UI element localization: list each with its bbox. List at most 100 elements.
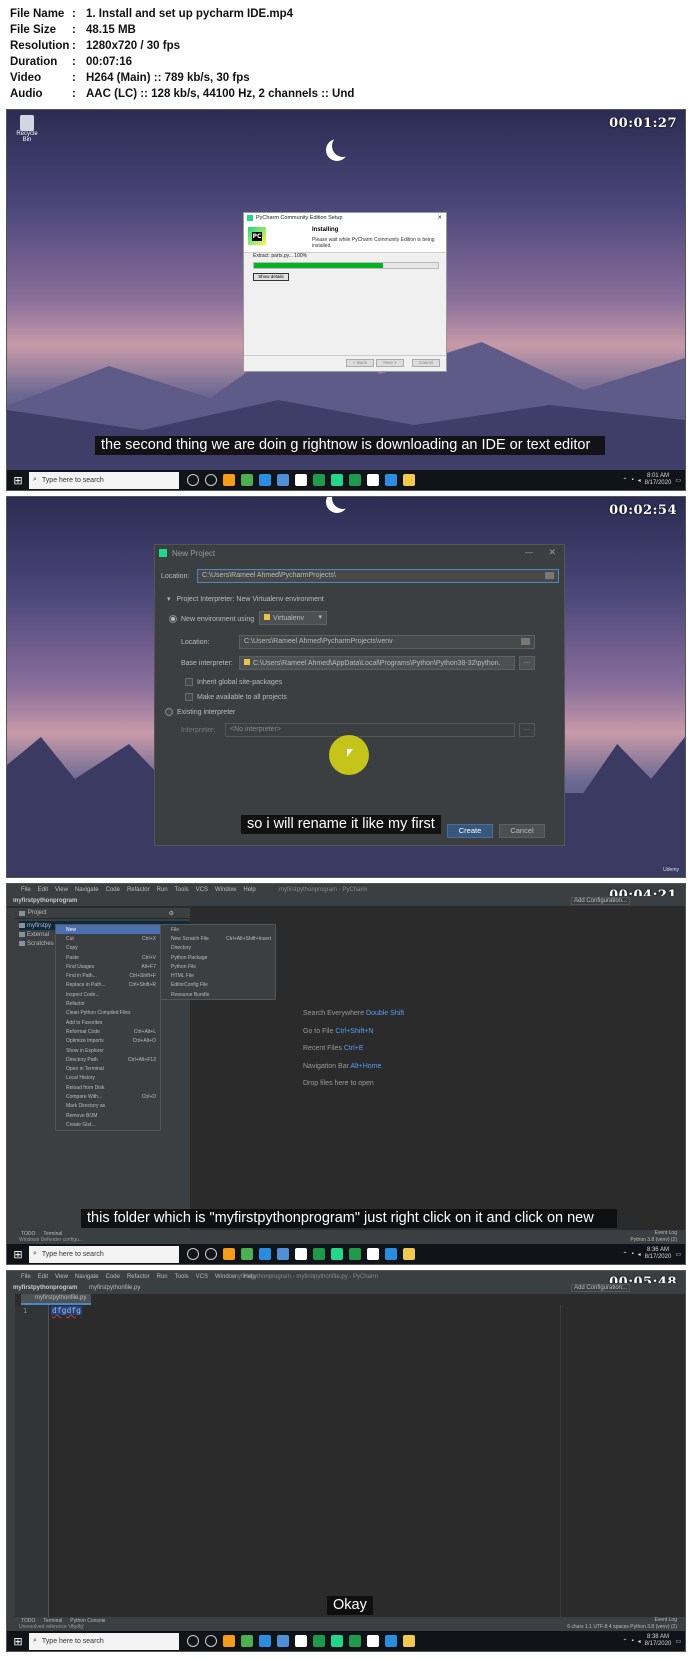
network-icon[interactable]: ▪: [631, 1638, 633, 1644]
menu-view[interactable]: View: [55, 887, 68, 893]
interpreter-section-toggle[interactable]: ▾ Project Interpreter: New Virtualenv en…: [167, 595, 324, 603]
mail-icon[interactable]: [313, 1248, 325, 1260]
app-icon[interactable]: [349, 474, 361, 486]
base-interpreter-select[interactable]: C:\Users\Rameel Ahmed\AppData\Local\Prog…: [239, 656, 515, 670]
notification-icon[interactable]: ▭: [675, 1251, 681, 1258]
cancel-button[interactable]: Cancel: [412, 359, 440, 367]
file-explorer-icon[interactable]: [241, 474, 253, 486]
menu-tools[interactable]: Tools: [175, 1274, 189, 1280]
venv-location-input[interactable]: C:\Users\Rameel Ahmed\PycharmProjects\ve…: [239, 635, 535, 649]
menu-item[interactable]: Open in Terminal: [56, 1064, 160, 1073]
project-panel-title[interactable]: Project: [28, 910, 47, 916]
existing-interpreter-radio[interactable]: [165, 708, 173, 716]
menu-item[interactable]: Find Usages Alt+F7: [56, 962, 160, 971]
menu-item[interactable]: EditorConfig File: [161, 981, 275, 990]
event-log-button[interactable]: Event Log: [654, 1230, 677, 1236]
menu-item[interactable]: Compare With... Ctrl+D: [56, 1092, 160, 1101]
network-icon[interactable]: ▪: [631, 1251, 633, 1257]
notepad-icon[interactable]: [331, 474, 343, 486]
menu-edit[interactable]: Edit: [38, 1274, 48, 1280]
recycle-bin-icon[interactable]: Recycle Bin: [13, 115, 41, 143]
taskbar-search[interactable]: ⌕ Type here to search: [29, 471, 179, 489]
close-icon[interactable]: ✕: [548, 548, 556, 558]
editor-tab[interactable]: myfirstpythonfile.py: [21, 1294, 91, 1305]
folder-icon[interactable]: [545, 572, 554, 579]
task-view-icon[interactable]: [205, 1248, 217, 1260]
task-view-icon[interactable]: [205, 474, 217, 486]
event-log-button[interactable]: Event Log: [654, 1617, 677, 1623]
browse-button[interactable]: ...: [519, 656, 535, 670]
python-interpreter-status[interactable]: Python 3.8 (venv) (2): [630, 1237, 677, 1243]
back-button[interactable]: < Back: [346, 359, 374, 367]
breadcrumb-project[interactable]: myfirstpythonprogram: [13, 1285, 77, 1291]
breadcrumb-file[interactable]: myfirstpythonfile.py: [89, 1285, 140, 1291]
new-environment-radio[interactable]: [169, 615, 177, 623]
pycharm-icon[interactable]: [367, 1248, 379, 1260]
mail-icon[interactable]: [313, 1635, 325, 1647]
add-configuration-button[interactable]: Add Configuration...: [571, 897, 631, 905]
menu-item[interactable]: Refactor: [56, 999, 160, 1008]
menu-refactor[interactable]: Refactor: [127, 887, 150, 893]
menu-item[interactable]: Python File: [161, 962, 275, 971]
volume-icon[interactable]: ◂: [638, 477, 641, 484]
network-icon[interactable]: ▪: [631, 477, 633, 483]
menu-run[interactable]: Run: [157, 1274, 168, 1280]
menu-run[interactable]: Run: [157, 887, 168, 893]
chevron-up-icon[interactable]: ⌃: [622, 1251, 627, 1258]
mail-icon[interactable]: [313, 474, 325, 486]
show-details-button[interactable]: Show details: [253, 273, 289, 281]
menu-item[interactable]: Directory: [161, 944, 275, 953]
close-icon[interactable]: ✕: [437, 215, 442, 221]
notepad-icon[interactable]: [331, 1248, 343, 1260]
breadcrumb-project[interactable]: myfirstpythonprogram: [13, 898, 77, 904]
task-view-icon[interactable]: [205, 1635, 217, 1647]
menu-help[interactable]: Help: [243, 887, 255, 893]
menu-navigate[interactable]: Navigate: [75, 887, 99, 893]
menu-navigate[interactable]: Navigate: [75, 1274, 99, 1280]
inherit-checkbox[interactable]: [185, 678, 193, 686]
edge-icon[interactable]: [223, 1635, 235, 1647]
menu-item[interactable]: Directory Path Ctrl+Alt+F12: [56, 1055, 160, 1064]
notepad-icon[interactable]: [331, 1635, 343, 1647]
add-configuration-button[interactable]: Add Configuration...: [571, 1284, 631, 1292]
cortana-icon[interactable]: [187, 1635, 199, 1647]
start-button[interactable]: ⊞: [7, 1244, 29, 1264]
menu-vcs[interactable]: VCS: [196, 887, 208, 893]
notification-icon[interactable]: ▭: [675, 477, 681, 484]
app-icon[interactable]: [349, 1635, 361, 1647]
menu-item[interactable]: Clean Python Compiled Files: [56, 1009, 160, 1018]
sublime-icon[interactable]: [259, 1248, 271, 1260]
store-icon[interactable]: [277, 1635, 289, 1647]
menu-file[interactable]: File: [21, 887, 31, 893]
file-explorer-icon[interactable]: [241, 1248, 253, 1260]
sublime-icon[interactable]: [259, 474, 271, 486]
cancel-button[interactable]: Cancel: [499, 824, 545, 838]
chrome-icon[interactable]: [295, 1635, 307, 1647]
file-explorer-icon[interactable]: [241, 1635, 253, 1647]
menu-item[interactable]: Remove BOM: [56, 1111, 160, 1120]
menu-item[interactable]: Local History: [56, 1074, 160, 1083]
app-icon[interactable]: [403, 474, 415, 486]
menu-window[interactable]: Window: [215, 887, 236, 893]
menu-code[interactable]: Code: [106, 887, 120, 893]
menu-item[interactable]: Create Gist...: [56, 1120, 160, 1129]
chevron-up-icon[interactable]: ⌃: [622, 477, 627, 484]
menu-code[interactable]: Code: [106, 1274, 120, 1280]
pycharm-icon[interactable]: [367, 474, 379, 486]
cortana-icon[interactable]: [187, 474, 199, 486]
start-button[interactable]: ⊞: [7, 1631, 29, 1651]
browse-button[interactable]: ...: [519, 723, 535, 737]
available-checkbox[interactable]: [185, 693, 193, 701]
app-icon[interactable]: [403, 1635, 415, 1647]
gear-icon[interactable]: ⚙: [169, 910, 174, 917]
menu-item[interactable]: New Scratch File Ctrl+Alt+Shift+Insert: [161, 934, 275, 943]
menu-vcs[interactable]: VCS: [196, 1274, 208, 1280]
menu-item[interactable]: Mark Directory as: [56, 1102, 160, 1111]
volume-icon[interactable]: ◂: [638, 1638, 641, 1645]
menu-item[interactable]: Add to Favorites: [56, 1018, 160, 1027]
pycharm-icon[interactable]: [385, 1248, 397, 1260]
pycharm-icon[interactable]: [385, 1635, 397, 1647]
menu-tools[interactable]: Tools: [175, 887, 189, 893]
menu-item[interactable]: Copy: [56, 944, 160, 953]
menu-item[interactable]: Inspect Code...: [56, 990, 160, 999]
